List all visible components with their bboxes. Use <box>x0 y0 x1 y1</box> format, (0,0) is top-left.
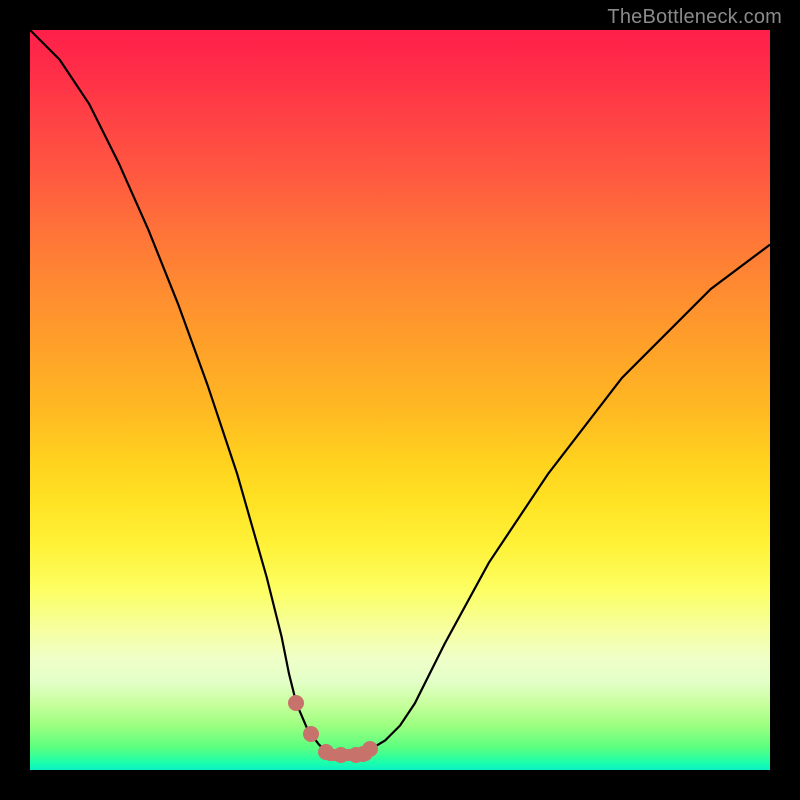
curve-path <box>30 30 770 755</box>
attribution-text: TheBottleneck.com <box>607 6 782 29</box>
chart-stage: TheBottleneck.com <box>0 0 800 800</box>
plot-area <box>30 30 770 770</box>
minimum-dot <box>333 747 349 763</box>
minimum-dot <box>318 744 334 760</box>
penalty-curve <box>30 30 770 770</box>
